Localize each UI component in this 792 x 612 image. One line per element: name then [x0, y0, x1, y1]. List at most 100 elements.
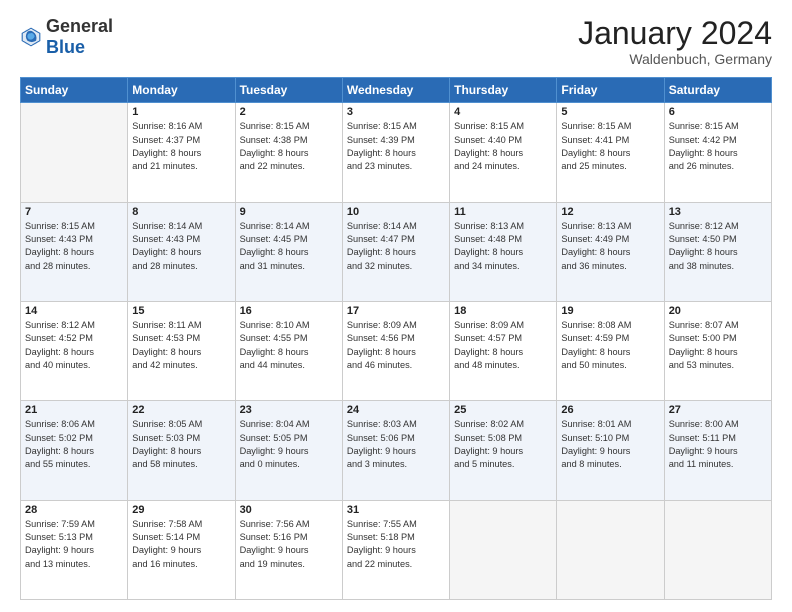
calendar-table: Sunday Monday Tuesday Wednesday Thursday… — [20, 77, 772, 600]
calendar-cell: 29 Sunrise: 7:58 AM Sunset: 5:14 PM Dayli… — [128, 500, 235, 599]
calendar-cell: 16 Sunrise: 8:10 AM Sunset: 4:55 PM Dayli… — [235, 301, 342, 400]
day-number: 8 — [132, 206, 230, 218]
logo-general: General — [46, 16, 113, 36]
header-sunday: Sunday — [21, 78, 128, 103]
day-number: 29 — [132, 504, 230, 516]
week-row-4: 21 Sunrise: 8:06 AM Sunset: 5:02 PM Dayli… — [21, 401, 772, 500]
day-number: 25 — [454, 404, 552, 416]
calendar-cell: 10 Sunrise: 8:14 AM Sunset: 4:47 PM Dayli… — [342, 202, 449, 301]
calendar-cell: 23 Sunrise: 8:04 AM Sunset: 5:05 PM Dayli… — [235, 401, 342, 500]
location-title: Waldenbuch, Germany — [578, 51, 772, 67]
week-row-3: 14 Sunrise: 8:12 AM Sunset: 4:52 PM Dayli… — [21, 301, 772, 400]
day-info: Sunrise: 8:15 AM Sunset: 4:38 PM Dayligh… — [240, 120, 338, 173]
day-info: Sunrise: 8:05 AM Sunset: 5:03 PM Dayligh… — [132, 418, 230, 471]
day-number: 4 — [454, 106, 552, 118]
day-info: Sunrise: 8:15 AM Sunset: 4:42 PM Dayligh… — [669, 120, 767, 173]
day-number: 14 — [25, 305, 123, 317]
calendar-cell: 6Sunrise: 8:15 AM Sunset: 4:42 PM Daylig… — [664, 103, 771, 202]
day-number: 9 — [240, 206, 338, 218]
day-info: Sunrise: 7:55 AM Sunset: 5:18 PM Dayligh… — [347, 518, 445, 571]
day-number: 20 — [669, 305, 767, 317]
day-number: 15 — [132, 305, 230, 317]
day-number: 23 — [240, 404, 338, 416]
day-info: Sunrise: 8:14 AM Sunset: 4:47 PM Dayligh… — [347, 220, 445, 273]
day-info: Sunrise: 8:15 AM Sunset: 4:41 PM Dayligh… — [561, 120, 659, 173]
calendar-cell: 21 Sunrise: 8:06 AM Sunset: 5:02 PM Dayli… — [21, 401, 128, 500]
calendar-cell: 11Sunrise: 8:13 AM Sunset: 4:48 PM Dayli… — [450, 202, 557, 301]
day-info: Sunrise: 8:06 AM Sunset: 5:02 PM Dayligh… — [25, 418, 123, 471]
month-title: January 2024 — [578, 16, 772, 51]
calendar-cell: 24Sunrise: 8:03 AM Sunset: 5:06 PM Dayli… — [342, 401, 449, 500]
day-number: 21 — [25, 404, 123, 416]
calendar-cell: 5 Sunrise: 8:15 AM Sunset: 4:41 PM Daylig… — [557, 103, 664, 202]
day-info: Sunrise: 8:10 AM Sunset: 4:55 PM Dayligh… — [240, 319, 338, 372]
week-row-2: 7 Sunrise: 8:15 AM Sunset: 4:43 PM Daylig… — [21, 202, 772, 301]
header-saturday: Saturday — [664, 78, 771, 103]
day-info: Sunrise: 8:12 AM Sunset: 4:50 PM Dayligh… — [669, 220, 767, 273]
day-number: 2 — [240, 106, 338, 118]
day-info: Sunrise: 8:13 AM Sunset: 4:49 PM Dayligh… — [561, 220, 659, 273]
header-thursday: Thursday — [450, 78, 557, 103]
day-number: 30 — [240, 504, 338, 516]
day-number: 13 — [669, 206, 767, 218]
day-info: Sunrise: 8:15 AM Sunset: 4:39 PM Dayligh… — [347, 120, 445, 173]
calendar-cell: 4 Sunrise: 8:15 AM Sunset: 4:40 PM Daylig… — [450, 103, 557, 202]
page: General Blue January 2024 Waldenbuch, Ge… — [0, 0, 792, 612]
day-info: Sunrise: 7:58 AM Sunset: 5:14 PM Dayligh… — [132, 518, 230, 571]
weekday-header-row: Sunday Monday Tuesday Wednesday Thursday… — [21, 78, 772, 103]
calendar-cell: 9 Sunrise: 8:14 AM Sunset: 4:45 PM Daylig… — [235, 202, 342, 301]
day-number: 7 — [25, 206, 123, 218]
calendar-cell — [21, 103, 128, 202]
day-number: 12 — [561, 206, 659, 218]
calendar-cell: 27 Sunrise: 8:00 AM Sunset: 5:11 PM Dayli… — [664, 401, 771, 500]
day-info: Sunrise: 8:01 AM Sunset: 5:10 PM Dayligh… — [561, 418, 659, 471]
day-info: Sunrise: 8:02 AM Sunset: 5:08 PM Dayligh… — [454, 418, 552, 471]
calendar-cell: 1 Sunrise: 8:16 AM Sunset: 4:37 PM Daylig… — [128, 103, 235, 202]
day-info: Sunrise: 7:59 AM Sunset: 5:13 PM Dayligh… — [25, 518, 123, 571]
calendar-cell — [664, 500, 771, 599]
day-info: Sunrise: 8:13 AM Sunset: 4:48 PM Dayligh… — [454, 220, 552, 273]
header-wednesday: Wednesday — [342, 78, 449, 103]
day-number: 10 — [347, 206, 445, 218]
day-number: 17 — [347, 305, 445, 317]
day-info: Sunrise: 8:16 AM Sunset: 4:37 PM Dayligh… — [132, 120, 230, 173]
calendar-cell: 25 Sunrise: 8:02 AM Sunset: 5:08 PM Dayli… — [450, 401, 557, 500]
calendar-cell — [450, 500, 557, 599]
logo: General Blue — [20, 16, 113, 58]
day-number: 31 — [347, 504, 445, 516]
day-number: 28 — [25, 504, 123, 516]
day-number: 5 — [561, 106, 659, 118]
day-number: 22 — [132, 404, 230, 416]
calendar-cell: 12 Sunrise: 8:13 AM Sunset: 4:49 PM Dayli… — [557, 202, 664, 301]
day-number: 16 — [240, 305, 338, 317]
day-info: Sunrise: 8:08 AM Sunset: 4:59 PM Dayligh… — [561, 319, 659, 372]
day-number: 27 — [669, 404, 767, 416]
day-info: Sunrise: 8:15 AM Sunset: 4:43 PM Dayligh… — [25, 220, 123, 273]
day-info: Sunrise: 8:15 AM Sunset: 4:40 PM Dayligh… — [454, 120, 552, 173]
calendar-cell: 15Sunrise: 8:11 AM Sunset: 4:53 PM Dayli… — [128, 301, 235, 400]
logo-icon — [20, 26, 42, 48]
day-info: Sunrise: 8:00 AM Sunset: 5:11 PM Dayligh… — [669, 418, 767, 471]
day-number: 26 — [561, 404, 659, 416]
day-number: 24 — [347, 404, 445, 416]
day-info: Sunrise: 8:04 AM Sunset: 5:05 PM Dayligh… — [240, 418, 338, 471]
calendar-cell: 8Sunrise: 8:14 AM Sunset: 4:43 PM Daylig… — [128, 202, 235, 301]
day-number: 1 — [132, 106, 230, 118]
header-monday: Monday — [128, 78, 235, 103]
day-info: Sunrise: 8:12 AM Sunset: 4:52 PM Dayligh… — [25, 319, 123, 372]
day-info: Sunrise: 7:56 AM Sunset: 5:16 PM Dayligh… — [240, 518, 338, 571]
week-row-5: 28 Sunrise: 7:59 AM Sunset: 5:13 PM Dayli… — [21, 500, 772, 599]
header-friday: Friday — [557, 78, 664, 103]
calendar-cell: 13 Sunrise: 8:12 AM Sunset: 4:50 PM Dayli… — [664, 202, 771, 301]
calendar-cell: 7 Sunrise: 8:15 AM Sunset: 4:43 PM Daylig… — [21, 202, 128, 301]
calendar-cell: 19Sunrise: 8:08 AM Sunset: 4:59 PM Dayli… — [557, 301, 664, 400]
logo-blue: Blue — [46, 37, 85, 57]
day-info: Sunrise: 8:09 AM Sunset: 4:57 PM Dayligh… — [454, 319, 552, 372]
calendar-cell: 30 Sunrise: 7:56 AM Sunset: 5:16 PM Dayli… — [235, 500, 342, 599]
day-info: Sunrise: 8:09 AM Sunset: 4:56 PM Dayligh… — [347, 319, 445, 372]
calendar-cell: 22 Sunrise: 8:05 AM Sunset: 5:03 PM Dayli… — [128, 401, 235, 500]
header-tuesday: Tuesday — [235, 78, 342, 103]
calendar-cell: 31 Sunrise: 7:55 AM Sunset: 5:18 PM Dayli… — [342, 500, 449, 599]
calendar-cell: 14 Sunrise: 8:12 AM Sunset: 4:52 PM Dayli… — [21, 301, 128, 400]
day-info: Sunrise: 8:14 AM Sunset: 4:45 PM Dayligh… — [240, 220, 338, 273]
